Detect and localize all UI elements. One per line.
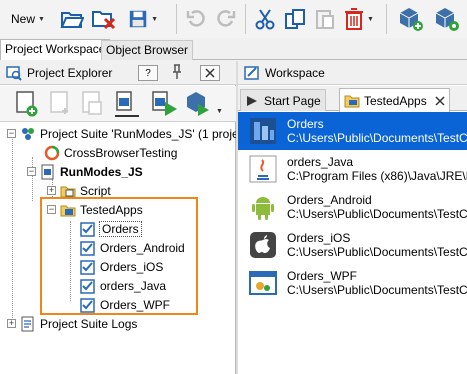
app-path: C:\Program Files (x86)\Java\JRE\Bin xyxy=(287,169,467,183)
chevron-down-icon[interactable]: ▼ xyxy=(216,108,223,115)
testedapps-highlight-box xyxy=(40,197,198,315)
tested-app-row[interactable]: Orders_WPF C:\Users\Public\Documents\Tes… xyxy=(238,264,467,302)
open-folder-icon[interactable] xyxy=(58,4,86,34)
app-name: Orders_iOS xyxy=(287,231,351,245)
paste-icon[interactable] xyxy=(312,4,338,34)
chevron-down-icon: ▼ xyxy=(38,15,45,23)
app-name: Orders_WPF xyxy=(287,269,358,283)
logs-icon xyxy=(21,316,34,331)
tested-app-row[interactable]: Orders_Android C:\Users\Public\Documents… xyxy=(238,188,467,226)
project-explorer-title: Project Explorer xyxy=(27,65,113,80)
close-tab-icon[interactable] xyxy=(435,95,445,106)
wpf-app-icon xyxy=(249,271,277,295)
workspace-icon xyxy=(244,65,259,80)
tree-label: Project Suite 'RunModes_JS' (1 project xyxy=(40,126,249,141)
testedapps-tab-icon xyxy=(344,95,360,107)
add-new-item-icon[interactable] xyxy=(14,90,40,121)
project-explorer-toolbar: ▼ xyxy=(0,86,236,122)
project-suite-icon xyxy=(22,127,34,140)
copy-icon[interactable] xyxy=(282,4,308,34)
run-project-icon[interactable] xyxy=(151,90,179,121)
tested-app-row[interactable]: orders_Java C:\Program Files (x86)\Java\… xyxy=(238,150,467,188)
properties-icon[interactable] xyxy=(80,90,104,121)
main-toolbar: New ▼ ▼ ▼ xyxy=(0,0,467,38)
app-name: Orders_Android xyxy=(287,193,372,207)
workspace-title: Workspace xyxy=(265,65,325,80)
add-existing-item-icon[interactable] xyxy=(48,90,72,121)
add-item-icon[interactable] xyxy=(396,4,426,34)
toolbar-divider xyxy=(386,4,387,34)
project-settings-icon[interactable] xyxy=(113,90,141,121)
app-name: orders_Java xyxy=(287,155,354,169)
new-label: New xyxy=(11,12,36,26)
tree-label: Script xyxy=(80,183,111,198)
app-path: C:\Users\Public\Documents\TestCom xyxy=(287,283,467,297)
pin-icon[interactable] xyxy=(170,64,184,83)
workspace-tabs: Start Page TestedApps xyxy=(238,86,467,112)
cut-icon[interactable] xyxy=(252,4,278,34)
undo-icon[interactable] xyxy=(183,4,209,34)
orders-app-icon xyxy=(250,118,276,144)
tab-testedapps[interactable]: TestedApps xyxy=(339,88,450,112)
tree-item-crossbrowsertesting[interactable]: CrossBrowserTesting xyxy=(44,143,177,162)
help-button[interactable]: ? xyxy=(138,65,158,81)
tested-app-row[interactable]: Orders C:\Users\Public\Documents\TestCom xyxy=(238,112,467,150)
app-name: Orders xyxy=(287,117,324,131)
java-app-icon xyxy=(249,155,277,183)
settings-icon[interactable] xyxy=(432,4,462,34)
toolbar-divider xyxy=(245,4,246,34)
workspace-tab-bar: Project Workspace Object Browser xyxy=(0,38,467,60)
start-page-icon xyxy=(247,95,257,106)
tab-label: TestedApps xyxy=(364,93,427,108)
workspace-panel: Workspace Start Page TestedApps Orders C… xyxy=(238,61,467,374)
chevron-down-icon: ▼ xyxy=(151,15,158,23)
close-panel-button[interactable] xyxy=(200,65,220,81)
app-path: C:\Users\Public\Documents\TestCom xyxy=(287,207,467,221)
tested-app-row[interactable]: Orders_iOS C:\Users\Public\Documents\Tes… xyxy=(238,226,467,264)
tree-item-project-suite-logs[interactable]: + Project Suite Logs xyxy=(7,314,137,333)
save-icon[interactable]: ▼ xyxy=(128,4,158,34)
tab-label: Start Page xyxy=(264,93,321,108)
new-button[interactable]: New ▼ xyxy=(6,4,50,34)
app-path: C:\Users\Public\Documents\TestCom xyxy=(287,131,467,145)
explorer-icon xyxy=(6,65,22,81)
chevron-down-icon: ▼ xyxy=(367,15,374,23)
tree-guide-line xyxy=(12,136,13,322)
collapse-icon[interactable]: − xyxy=(27,167,36,176)
ios-app-icon xyxy=(250,232,276,258)
tree-label: Project Suite Logs xyxy=(40,316,138,331)
tree-item-project-suite[interactable]: − Project Suite 'RunModes_JS' (1 project xyxy=(7,124,248,143)
expand-icon[interactable]: + xyxy=(47,186,56,195)
run-options-icon[interactable] xyxy=(186,90,212,121)
app-path: C:\Users\Public\Documents\TestCom xyxy=(287,245,467,259)
tree-label: CrossBrowserTesting xyxy=(64,145,178,160)
close-icon xyxy=(205,68,215,78)
project-icon xyxy=(41,164,54,179)
workspace-header: Workspace xyxy=(238,61,467,85)
tab-project-workspace[interactable]: Project Workspace xyxy=(0,39,111,60)
tree-item-project[interactable]: − RunModes_JS xyxy=(27,162,143,181)
android-app-icon xyxy=(252,197,274,220)
collapse-icon[interactable]: − xyxy=(7,129,16,138)
tree-label: RunModes_JS xyxy=(60,164,143,179)
tab-start-page[interactable]: Start Page xyxy=(240,89,326,111)
project-explorer-header: Project Explorer ? xyxy=(0,61,236,85)
toolbar-divider xyxy=(176,4,177,34)
help-label: ? xyxy=(145,67,151,79)
delete-icon[interactable]: ▼ xyxy=(344,4,374,34)
expand-icon[interactable]: + xyxy=(7,319,16,328)
redo-icon[interactable] xyxy=(213,4,239,34)
crossbrowser-icon xyxy=(44,145,60,160)
close-project-icon[interactable] xyxy=(90,4,118,34)
tab-object-browser[interactable]: Object Browser xyxy=(101,40,194,60)
